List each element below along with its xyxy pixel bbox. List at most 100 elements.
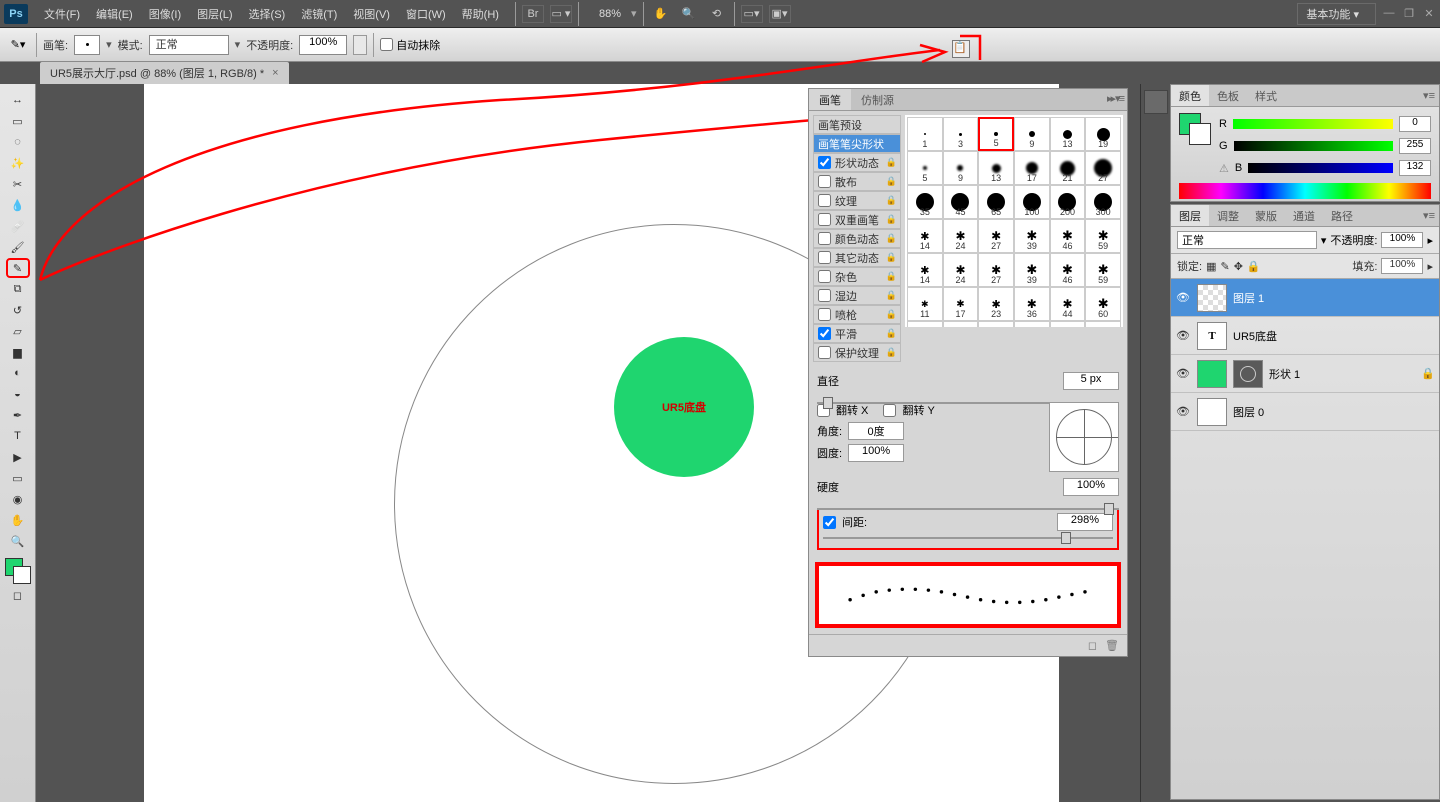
tab-paths[interactable]: 路径: [1323, 205, 1361, 226]
lock-brush-icon[interactable]: ✎: [1220, 260, 1229, 273]
brush-tip-shape-btn[interactable]: 画笔笔尖形状: [813, 134, 901, 153]
menu-filter[interactable]: 滤镜(T): [293, 6, 345, 22]
marquee-tool[interactable]: ▭: [6, 111, 30, 131]
workspace-dropdown[interactable]: 基本功能 ▾: [1297, 3, 1376, 25]
brush-option-row[interactable]: 双重画笔🔒: [813, 210, 901, 229]
brush-cell[interactable]: ✱14: [907, 253, 943, 287]
crop-tool[interactable]: ✂: [6, 174, 30, 194]
flipy-checkbox[interactable]: [883, 404, 896, 417]
menu-file[interactable]: 文件(F): [36, 6, 88, 22]
type-tool[interactable]: T: [6, 426, 30, 446]
brush-option-row[interactable]: 平滑🔒: [813, 324, 901, 343]
visibility-icon[interactable]: 👁: [1175, 367, 1191, 380]
brush-cell[interactable]: 35: [907, 185, 943, 219]
spacing-checkbox[interactable]: [823, 516, 836, 529]
brush-cell[interactable]: ✱23: [978, 287, 1014, 321]
brush-grid[interactable]: 135913195913172127354565100200300✱14✱24✱…: [905, 115, 1123, 327]
spacing-slider[interactable]: [823, 531, 1113, 545]
document-tab[interactable]: UR5展示大厅.psd @ 88% (图层 1, RGB/8) * ×: [40, 62, 289, 84]
pen-tool[interactable]: ✒: [6, 405, 30, 425]
blur-tool[interactable]: ◐: [6, 363, 30, 383]
brush-cell[interactable]: ✱33: [978, 321, 1014, 327]
3d-tool[interactable]: ◉: [6, 489, 30, 509]
menu-view[interactable]: 视图(V): [345, 6, 398, 22]
brush-preset-swatch[interactable]: [74, 35, 100, 55]
tab-brush[interactable]: 画笔: [809, 89, 851, 110]
brush-cell[interactable]: 3: [943, 117, 979, 151]
rotate-view-icon[interactable]: ⟲: [706, 5, 728, 23]
menu-select[interactable]: 选择(S): [241, 6, 294, 22]
brush-cell[interactable]: ✱46: [1050, 253, 1086, 287]
brush-cell[interactable]: ✱36: [1014, 287, 1050, 321]
brush-option-row[interactable]: 形状动态🔒: [813, 153, 901, 172]
brush-cell[interactable]: 9: [943, 151, 979, 185]
brush-cell[interactable]: ✱60: [1085, 287, 1121, 321]
auto-erase-checkbox[interactable]: 自动抹除: [380, 37, 440, 53]
zoom-tool[interactable]: 🔍: [6, 531, 30, 551]
brush-cell[interactable]: 300: [1085, 185, 1121, 219]
lock-pixels-icon[interactable]: ▦: [1206, 260, 1216, 273]
brush-cell[interactable]: ✱39: [1014, 253, 1050, 287]
tab-clone-source[interactable]: 仿制源: [851, 89, 904, 110]
eraser-tool[interactable]: ▱: [6, 321, 30, 341]
brush-cell[interactable]: ✱55: [1050, 321, 1086, 327]
brush-cell[interactable]: ✱42: [1014, 321, 1050, 327]
menu-help[interactable]: 帮助(H): [454, 6, 507, 22]
menu-edit[interactable]: 编辑(E): [88, 6, 141, 22]
path-select-tool[interactable]: ▶: [6, 447, 30, 467]
brush-cell[interactable]: ✱39: [1014, 219, 1050, 253]
brush-option-row[interactable]: 纹理🔒: [813, 191, 901, 210]
tab-masks[interactable]: 蒙版: [1247, 205, 1285, 226]
quickmask-tool[interactable]: ◻: [6, 585, 30, 605]
brush-cell[interactable]: ✱26: [943, 321, 979, 327]
tab-adjustments[interactable]: 调整: [1209, 205, 1247, 226]
lasso-tool[interactable]: ◌: [6, 132, 30, 152]
brush-cell[interactable]: 19: [1085, 117, 1121, 151]
layer-blend-select[interactable]: 正常: [1177, 231, 1317, 249]
brush-cell[interactable]: 1: [907, 117, 943, 151]
stamp-tool[interactable]: ⧉: [6, 279, 30, 299]
brush-cell[interactable]: ✱11: [907, 287, 943, 321]
eyedropper-tool[interactable]: 💧: [6, 195, 30, 215]
tab-color[interactable]: 颜色: [1171, 85, 1209, 106]
quick-select-tool[interactable]: ✨: [6, 153, 30, 173]
brush-option-row[interactable]: 保护纹理🔒: [813, 343, 901, 362]
menu-window[interactable]: 窗口(W): [398, 6, 454, 22]
b-slider[interactable]: [1248, 163, 1393, 173]
brush-option-row[interactable]: 散布🔒: [813, 172, 901, 191]
brush-cell[interactable]: 45: [943, 185, 979, 219]
tab-swatches[interactable]: 色板: [1209, 85, 1247, 106]
brush-cell[interactable]: ✱27: [978, 219, 1014, 253]
close-tab-icon[interactable]: ×: [272, 67, 278, 79]
shape-tool[interactable]: ▭: [6, 468, 30, 488]
brush-cell[interactable]: ✱14: [907, 219, 943, 253]
brush-panel-menu-icon[interactable]: ▸▸ ▾≡: [1107, 92, 1123, 105]
b-value[interactable]: 132: [1399, 160, 1431, 176]
brush-cell[interactable]: ✱14: [907, 321, 943, 327]
g-value[interactable]: 255: [1399, 138, 1431, 154]
history-brush-tool[interactable]: ↺: [6, 300, 30, 320]
angle-input[interactable]: 0度: [848, 422, 904, 440]
brush-option-row[interactable]: 杂色🔒: [813, 267, 901, 286]
brush-cell[interactable]: ✱70: [1085, 321, 1121, 327]
tab-layers[interactable]: 图层: [1171, 205, 1209, 226]
delete-brush-icon[interactable]: 🗑: [1105, 639, 1119, 652]
layer-row[interactable]: 👁 图层 1: [1171, 279, 1439, 317]
visibility-icon[interactable]: 👁: [1175, 405, 1191, 418]
screen-mode-icon[interactable]: ▭ ▾: [550, 5, 572, 23]
brush-cell[interactable]: 13: [978, 151, 1014, 185]
hand-tool-icon[interactable]: ✋: [650, 5, 672, 23]
brush-cell[interactable]: ✱17: [943, 287, 979, 321]
tab-styles[interactable]: 样式: [1247, 85, 1285, 106]
blend-mode-select[interactable]: 正常: [149, 35, 229, 55]
brush-cell[interactable]: ✱44: [1050, 287, 1086, 321]
layer-opacity-value[interactable]: 100%: [1381, 232, 1423, 248]
brush-cell[interactable]: ✱24: [943, 219, 979, 253]
menu-image[interactable]: 图像(I): [141, 6, 189, 22]
brush-cell[interactable]: 200: [1050, 185, 1086, 219]
spacing-input[interactable]: 298%: [1057, 513, 1113, 531]
brush-cell[interactable]: ✱59: [1085, 253, 1121, 287]
brush-cell[interactable]: ✱24: [943, 253, 979, 287]
dock-icon-1[interactable]: [1144, 90, 1168, 114]
brush-cell[interactable]: ✱46: [1050, 219, 1086, 253]
